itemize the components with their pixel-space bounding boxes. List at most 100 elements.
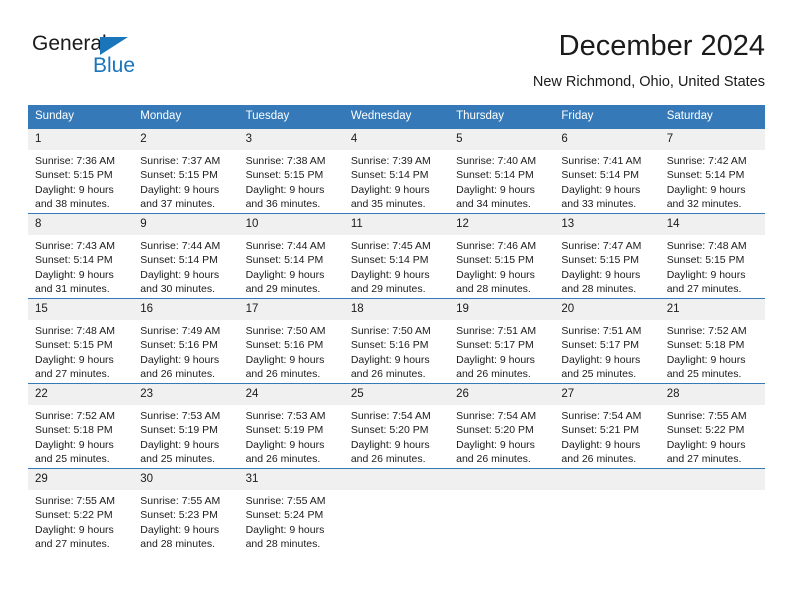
- day-cell[interactable]: 17 Sunrise: 7:50 AM Sunset: 5:16 PM Dayligh…: [238, 298, 344, 384]
- daylight-text-line1: Daylight: 9 hours: [350, 353, 430, 366]
- sunset-text: Sunset: 5:17 PM: [561, 339, 640, 352]
- day-cell[interactable]: 3 Sunrise: 7:38 AM Sunset: 5:15 PM Daylight…: [238, 128, 344, 214]
- title-block: December 2024 New Richmond, Ohio, United…: [533, 28, 765, 92]
- day-info: Sunrise: 7:55 AM Sunset: 5:22 PM Daylight:…: [28, 490, 133, 551]
- daylight-text-line2: and 25 minutes.: [561, 367, 637, 380]
- sunrise-text: Sunrise: 7:37 AM: [140, 155, 221, 167]
- sunrise-text: Sunrise: 7:36 AM: [35, 155, 115, 167]
- weekday-header-sunday: Sunday: [28, 105, 134, 129]
- day-cell[interactable]: 1 Sunrise: 7:36 AM Sunset: 5:15 PM Daylight…: [28, 128, 134, 214]
- sunrise-text: Sunrise: 7:55 AM: [35, 495, 115, 507]
- day-info: Sunrise: 7:46 AM Sunset: 5:15 PM Daylight:…: [449, 235, 554, 296]
- day-cell[interactable]: 16 Sunrise: 7:49 AM Sunset: 5:16 PM Dayligh…: [133, 298, 239, 384]
- daylight-text-line2: and 28 minutes.: [140, 537, 215, 550]
- sunrise-text: Sunrise: 7:49 AM: [140, 325, 221, 337]
- day-info: Sunrise: 7:40 AM Sunset: 5:14 PM Daylight:…: [449, 150, 554, 211]
- day-cell[interactable]: 28 Sunrise: 7:55 AM Sunset: 5:22 PM Dayligh…: [659, 383, 765, 469]
- daylight-text-line1: Daylight: 9 hours: [456, 438, 535, 451]
- daylight-text-line2: and 27 minutes.: [35, 367, 110, 380]
- day-number: 9: [133, 214, 239, 235]
- daylight-text-line2: and 25 minutes.: [140, 452, 215, 465]
- day-cell[interactable]: 13 Sunrise: 7:47 AM Sunset: 5:15 PM Dayligh…: [554, 213, 660, 299]
- week-row: 8 Sunrise: 7:43 AM Sunset: 5:14 PM Daylight…: [28, 213, 765, 299]
- weekday-header-row: Sunday Monday Tuesday Wednesday Thursday…: [28, 105, 765, 129]
- day-cell[interactable]: 6 Sunrise: 7:41 AM Sunset: 5:14 PM Daylight…: [554, 128, 660, 214]
- day-number: [659, 469, 765, 490]
- day-cell[interactable]: 18 Sunrise: 7:50 AM Sunset: 5:16 PM Dayligh…: [343, 298, 450, 384]
- day-cell[interactable]: 9 Sunrise: 7:44 AM Sunset: 5:14 PM Daylight…: [133, 213, 239, 299]
- day-cell[interactable]: 15 Sunrise: 7:48 AM Sunset: 5:15 PM Dayligh…: [28, 298, 134, 384]
- daylight-text-line1: Daylight: 9 hours: [561, 268, 641, 281]
- daylight-text-line2: and 28 minutes.: [561, 282, 637, 295]
- day-cell[interactable]: 31 Sunrise: 7:55 AM Sunset: 5:24 PM Dayligh…: [238, 468, 344, 553]
- sunrise-text: Sunrise: 7:52 AM: [666, 325, 747, 337]
- sunset-text: Sunset: 5:20 PM: [456, 424, 534, 437]
- day-info: Sunrise: 7:36 AM Sunset: 5:15 PM Daylight:…: [28, 150, 133, 211]
- day-cell[interactable]: 25 Sunrise: 7:54 AM Sunset: 5:20 PM Dayligh…: [343, 383, 450, 469]
- sunrise-text: Sunrise: 7:48 AM: [666, 240, 747, 252]
- day-cell[interactable]: 19 Sunrise: 7:51 AM Sunset: 5:17 PM Dayligh…: [449, 298, 555, 384]
- sunset-text: Sunset: 5:14 PM: [456, 169, 534, 182]
- month-calendar-table: Sunday Monday Tuesday Wednesday Thursday…: [28, 105, 765, 553]
- day-number: 26: [449, 384, 555, 405]
- daylight-text-line2: and 29 minutes.: [350, 282, 426, 295]
- day-cell[interactable]: 2 Sunrise: 7:37 AM Sunset: 5:15 PM Daylight…: [133, 128, 239, 214]
- day-cell[interactable]: 20 Sunrise: 7:51 AM Sunset: 5:17 PM Dayligh…: [554, 298, 660, 384]
- sunrise-text: Sunrise: 7:40 AM: [456, 155, 537, 167]
- daylight-text-line2: and 32 minutes.: [666, 197, 742, 210]
- daylight-text-line2: and 26 minutes.: [245, 452, 321, 465]
- day-cell[interactable]: 12 Sunrise: 7:46 AM Sunset: 5:15 PM Dayligh…: [449, 213, 555, 299]
- day-info: Sunrise: 7:55 AM Sunset: 5:24 PM Daylight:…: [239, 490, 344, 551]
- day-number: 28: [659, 384, 765, 405]
- day-cell[interactable]: 7 Sunrise: 7:42 AM Sunset: 5:14 PM Daylight…: [659, 128, 765, 214]
- day-cell[interactable]: 8 Sunrise: 7:43 AM Sunset: 5:14 PM Daylight…: [28, 213, 134, 299]
- sunrise-text: Sunrise: 7:41 AM: [561, 155, 642, 167]
- day-info: [449, 490, 554, 494]
- day-cell[interactable]: 14 Sunrise: 7:48 AM Sunset: 5:15 PM Dayligh…: [659, 213, 765, 299]
- day-number: 3: [238, 129, 344, 150]
- day-cell[interactable]: 11 Sunrise: 7:45 AM Sunset: 5:14 PM Dayligh…: [343, 213, 450, 299]
- day-cell[interactable]: 30 Sunrise: 7:55 AM Sunset: 5:23 PM Dayligh…: [133, 468, 239, 553]
- sunset-text: Sunset: 5:15 PM: [35, 169, 113, 182]
- day-cell[interactable]: 26 Sunrise: 7:54 AM Sunset: 5:20 PM Dayligh…: [449, 383, 555, 469]
- day-cell[interactable]: 23 Sunrise: 7:53 AM Sunset: 5:19 PM Dayligh…: [133, 383, 239, 469]
- day-number: 11: [343, 214, 450, 235]
- daylight-text-line1: Daylight: 9 hours: [350, 268, 430, 281]
- day-info: Sunrise: 7:47 AM Sunset: 5:15 PM Daylight:…: [554, 235, 659, 296]
- day-cell[interactable]: 29 Sunrise: 7:55 AM Sunset: 5:22 PM Dayligh…: [28, 468, 134, 553]
- sunset-text: Sunset: 5:20 PM: [350, 424, 429, 437]
- day-info: Sunrise: 7:48 AM Sunset: 5:15 PM Daylight:…: [28, 320, 133, 381]
- day-cell[interactable]: 4 Sunrise: 7:39 AM Sunset: 5:14 PM Daylight…: [343, 128, 450, 214]
- day-number: 5: [449, 129, 555, 150]
- daylight-text-line1: Daylight: 9 hours: [350, 183, 430, 196]
- day-info: Sunrise: 7:44 AM Sunset: 5:14 PM Daylight:…: [133, 235, 238, 296]
- sunset-text: Sunset: 5:14 PM: [245, 254, 324, 267]
- sunset-text: Sunset: 5:24 PM: [245, 509, 324, 522]
- sunset-text: Sunset: 5:22 PM: [35, 509, 113, 522]
- weekday-header-wednesday: Wednesday: [343, 105, 450, 129]
- daylight-text-line1: Daylight: 9 hours: [245, 183, 325, 196]
- logo-text-general: General: [32, 32, 107, 55]
- general-blue-logo[interactable]: General Blue: [32, 32, 192, 88]
- sunset-text: Sunset: 5:21 PM: [561, 424, 640, 437]
- day-cell[interactable]: 10 Sunrise: 7:44 AM Sunset: 5:14 PM Dayligh…: [238, 213, 344, 299]
- sunset-text: Sunset: 5:15 PM: [140, 169, 218, 182]
- day-cell-empty: [659, 468, 765, 553]
- day-info: Sunrise: 7:42 AM Sunset: 5:14 PM Daylight:…: [660, 150, 765, 211]
- day-cell[interactable]: 27 Sunrise: 7:54 AM Sunset: 5:21 PM Dayligh…: [554, 383, 660, 469]
- day-cell[interactable]: 24 Sunrise: 7:53 AM Sunset: 5:19 PM Dayligh…: [238, 383, 344, 469]
- day-info: Sunrise: 7:44 AM Sunset: 5:14 PM Daylight:…: [239, 235, 344, 296]
- day-number: 7: [659, 129, 765, 150]
- day-cell[interactable]: 22 Sunrise: 7:52 AM Sunset: 5:18 PM Dayligh…: [28, 383, 134, 469]
- day-cell[interactable]: 5 Sunrise: 7:40 AM Sunset: 5:14 PM Daylight…: [449, 128, 555, 214]
- sunset-text: Sunset: 5:15 PM: [666, 254, 745, 267]
- day-info: Sunrise: 7:41 AM Sunset: 5:14 PM Daylight:…: [554, 150, 659, 211]
- sunrise-text: Sunrise: 7:50 AM: [350, 325, 431, 337]
- day-info: Sunrise: 7:54 AM Sunset: 5:21 PM Daylight:…: [554, 405, 659, 466]
- day-cell-empty: [449, 468, 555, 553]
- sunrise-text: Sunrise: 7:44 AM: [245, 240, 326, 252]
- daylight-text-line1: Daylight: 9 hours: [35, 523, 114, 536]
- day-cell[interactable]: 21 Sunrise: 7:52 AM Sunset: 5:18 PM Dayligh…: [659, 298, 765, 384]
- sunset-text: Sunset: 5:16 PM: [245, 339, 324, 352]
- day-number: 18: [343, 299, 450, 320]
